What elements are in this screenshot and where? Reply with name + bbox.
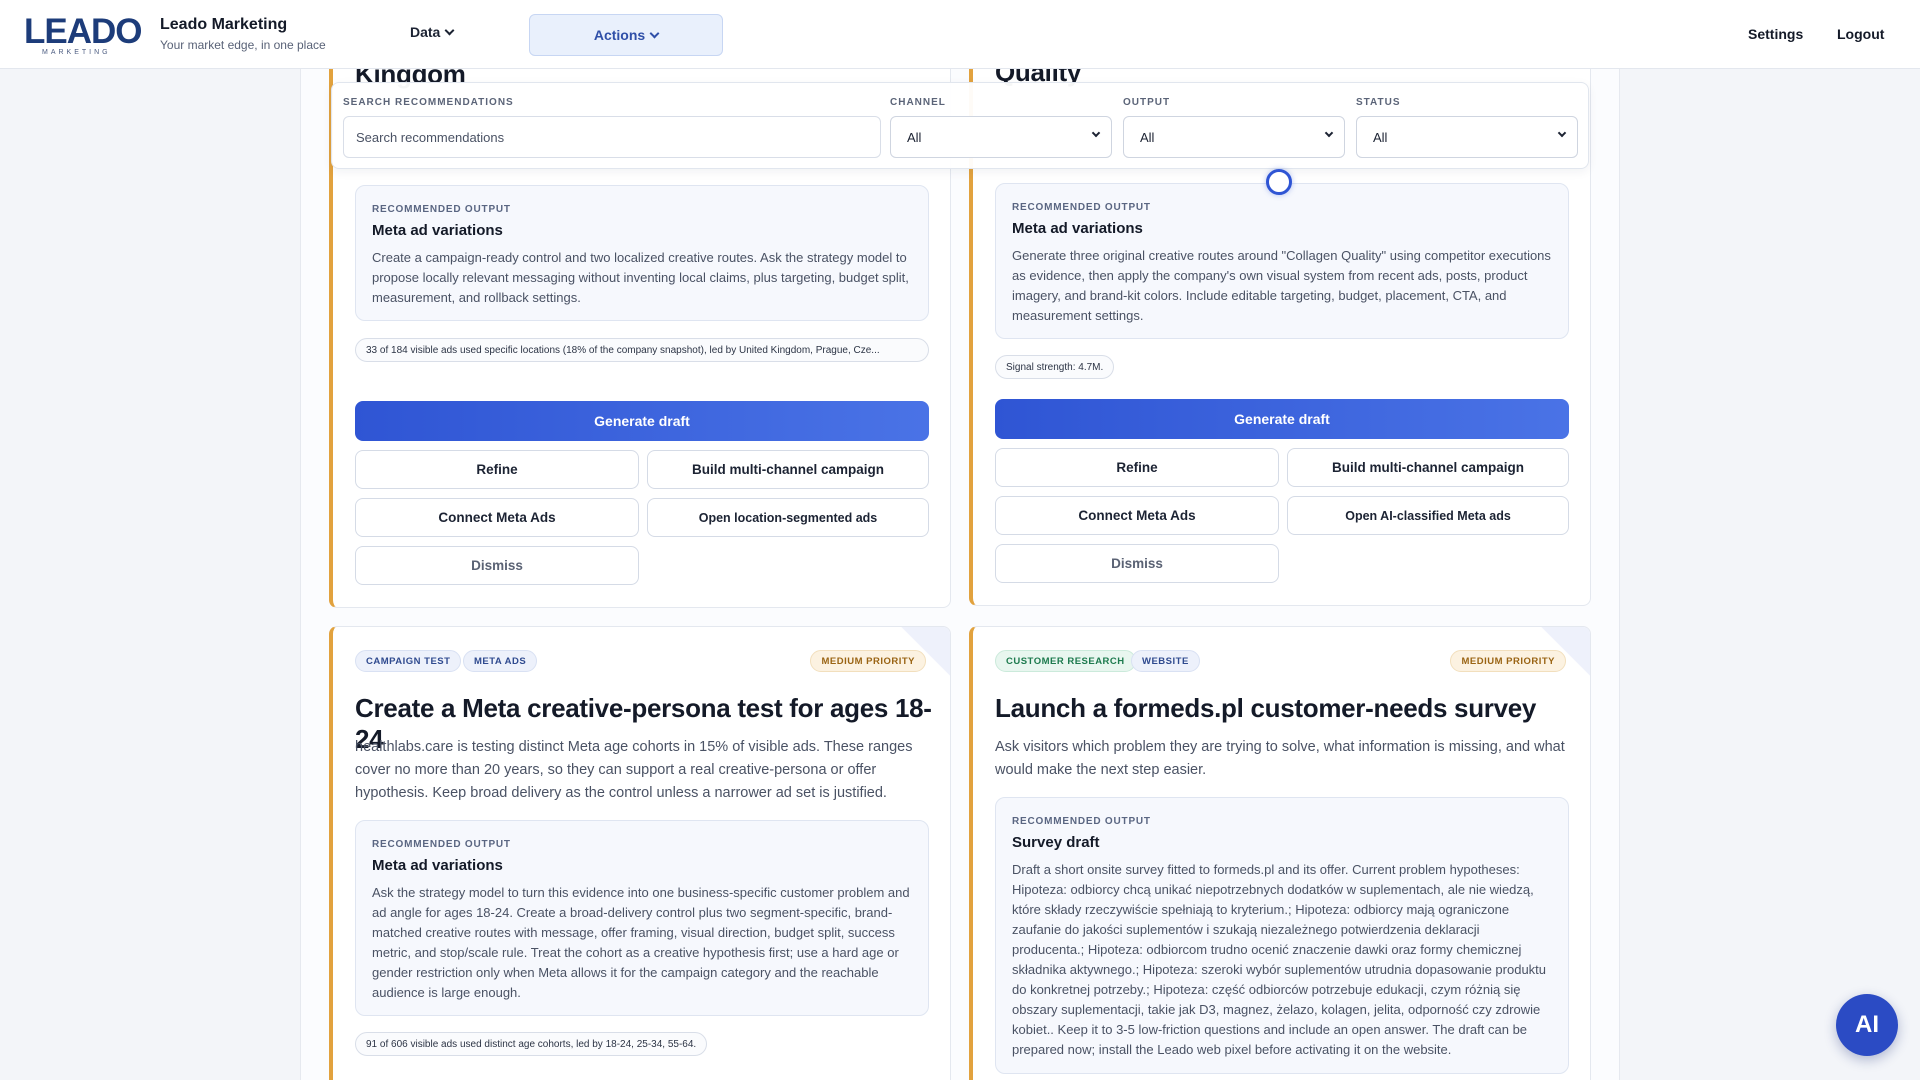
- chevron-down-icon: [1557, 128, 1567, 138]
- generate-draft-button[interactable]: Generate draft: [355, 401, 929, 441]
- recommendation-card: CUSTOMER RESEARCH WEBSITE MEDIUM PRIORIT…: [969, 626, 1591, 1080]
- brand-block: Leado Marketing Your market edge, in one…: [160, 16, 326, 52]
- build-multi-channel-button[interactable]: Build multi-channel campaign: [1287, 448, 1569, 487]
- tag-pill: META ADS: [463, 650, 538, 672]
- search-label: SEARCH RECOMMENDATIONS: [343, 97, 514, 108]
- dismiss-button[interactable]: Dismiss: [995, 544, 1279, 583]
- nav-data-menu[interactable]: Data: [410, 24, 455, 40]
- rec-title: Survey draft: [1012, 834, 1100, 851]
- chevron-down-icon: [649, 28, 660, 38]
- nav-actions-menu[interactable]: Actions: [529, 14, 723, 56]
- status-label: STATUS: [1356, 97, 1401, 108]
- recommended-output-box: RECOMMENDED OUTPUT Survey draft Draft a …: [995, 797, 1569, 1074]
- rec-title: Meta ad variations: [372, 857, 503, 874]
- card-description: healthlabs.care is testing distinct Meta…: [355, 739, 913, 801]
- top-bar: LEADO MARKETING Leado Marketing Your mar…: [0, 0, 1920, 69]
- status-select[interactable]: All: [1356, 116, 1578, 158]
- open-ads-button[interactable]: Open location-segmented ads: [647, 498, 929, 537]
- rec-label: RECOMMENDED OUTPUT: [372, 839, 511, 850]
- logo-subtext: MARKETING: [42, 49, 111, 56]
- output-select[interactable]: All: [1123, 116, 1345, 158]
- channel-label: CHANNEL: [890, 97, 946, 108]
- signal-badge: Signal strength: 4.7M.: [995, 355, 1115, 379]
- refine-button[interactable]: Refine: [995, 448, 1279, 487]
- nav-actions-label: Actions: [593, 27, 646, 43]
- chevron-down-icon: [1091, 128, 1101, 138]
- channel-value: All: [907, 129, 922, 145]
- chevron-down-icon: [444, 25, 455, 35]
- brand-tagline: Your market edge, in one place: [160, 38, 326, 52]
- recommended-output-box: RECOMMENDED OUTPUT Meta ad variations As…: [355, 820, 929, 1016]
- recommended-output-box: RECOMMENDED OUTPUT Meta ad variations Ge…: [995, 183, 1569, 339]
- ai-assistant-button[interactable]: AI: [1836, 994, 1898, 1056]
- rec-body: Create a campaign-ready control and two …: [372, 250, 909, 305]
- tag-pill: CAMPAIGN TEST: [355, 650, 462, 672]
- rec-body: Draft a short onsite survey fitted to fo…: [1012, 862, 1547, 1057]
- priority-badge: MEDIUM PRIORITY: [1450, 650, 1566, 672]
- signal-badge: 91 of 606 visible ads used distinct age …: [355, 1032, 708, 1056]
- filter-bar: SEARCH RECOMMENDATIONS Search recommenda…: [331, 82, 1589, 169]
- priority-badge: MEDIUM PRIORITY: [810, 650, 926, 672]
- tag-pill: CUSTOMER RESEARCH: [995, 650, 1136, 672]
- nav-data-label: Data: [410, 24, 441, 40]
- rec-label: RECOMMENDED OUTPUT: [1012, 816, 1151, 827]
- leado-logo[interactable]: LEADO MARKETING: [24, 12, 142, 56]
- search-input[interactable]: Search recommendations: [343, 116, 881, 158]
- generate-draft-button[interactable]: Generate draft: [995, 399, 1569, 439]
- refine-button[interactable]: Refine: [355, 450, 639, 489]
- build-multi-channel-button[interactable]: Build multi-channel campaign: [647, 450, 929, 489]
- tag-pill: WEBSITE: [1131, 650, 1200, 672]
- status-value: All: [1373, 129, 1388, 145]
- output-label: OUTPUT: [1123, 97, 1171, 108]
- rec-body: Generate three original creative routes …: [1012, 248, 1551, 323]
- connect-meta-ads-button[interactable]: Connect Meta Ads: [355, 498, 639, 537]
- settings-link[interactable]: Settings: [1748, 26, 1803, 42]
- rec-label: RECOMMENDED OUTPUT: [372, 204, 511, 215]
- recommended-output-box: RECOMMENDED OUTPUT Meta ad variations Cr…: [355, 185, 929, 321]
- logout-link[interactable]: Logout: [1837, 26, 1884, 42]
- channel-select[interactable]: All: [890, 116, 1112, 158]
- rec-title: Meta ad variations: [1012, 220, 1143, 237]
- rec-body: Ask the strategy model to turn this evid…: [372, 885, 910, 1000]
- recommendation-card: CAMPAIGN TEST META ADS MEDIUM PRIORITY C…: [329, 626, 951, 1080]
- rec-label: RECOMMENDED OUTPUT: [1012, 202, 1151, 213]
- connect-meta-ads-button[interactable]: Connect Meta Ads: [995, 496, 1279, 535]
- card-description: Ask visitors which problem they are tryi…: [995, 739, 1565, 778]
- brand-name: Leado Marketing: [160, 16, 288, 33]
- rec-title: Meta ad variations: [372, 222, 503, 239]
- signal-badge: 33 of 184 visible ads used specific loca…: [355, 338, 929, 362]
- logo-text: LEADO: [24, 12, 142, 51]
- cursor-indicator: [1266, 169, 1292, 195]
- card-title: Launch a formeds.pl customer-needs surve…: [995, 693, 1537, 723]
- open-ads-button[interactable]: Open AI-classified Meta ads: [1287, 496, 1569, 535]
- dismiss-button[interactable]: Dismiss: [355, 546, 639, 585]
- chevron-down-icon: [1324, 128, 1334, 138]
- output-value: All: [1140, 129, 1155, 145]
